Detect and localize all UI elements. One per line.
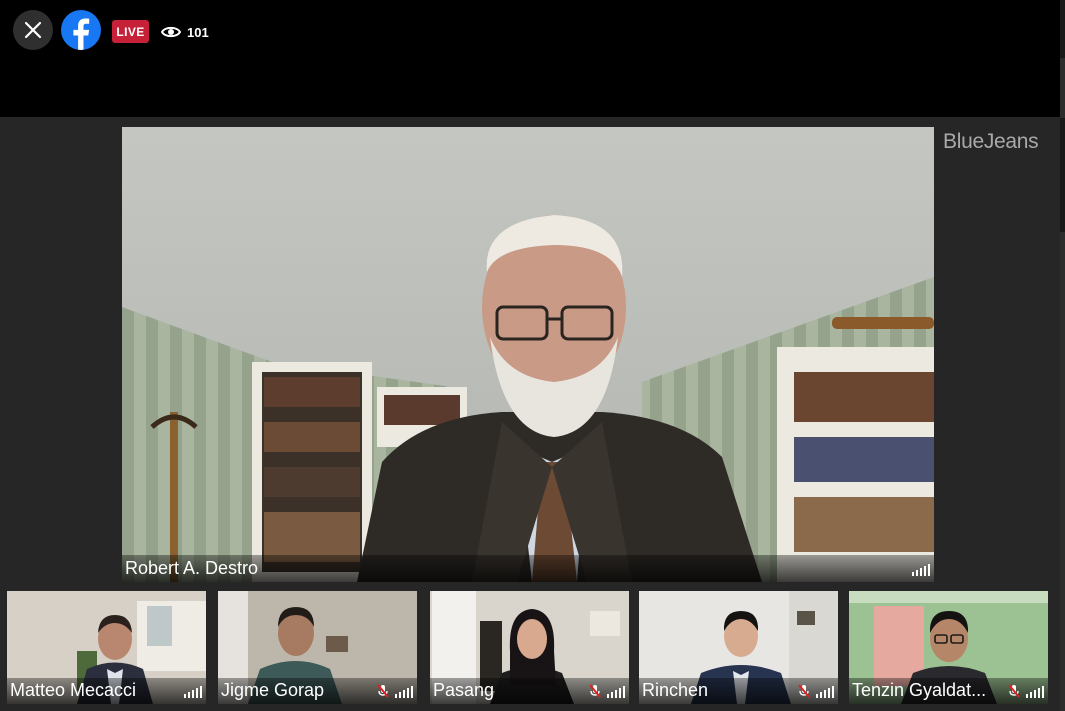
mic-muted-icon — [798, 684, 810, 698]
main-speaker-video[interactable]: Robert A. Destro — [122, 127, 934, 582]
speaker-name: Robert A. Destro — [125, 558, 259, 578]
participant-tile[interactable]: Pasang — [430, 591, 629, 704]
signal-bars-icon — [1026, 686, 1044, 698]
participant-tile[interactable]: Jigme Gorap — [218, 591, 417, 704]
participant-name: Matteo Mecacci — [10, 680, 137, 700]
signal-bars-icon — [912, 564, 930, 576]
signal-bars-icon — [607, 686, 625, 698]
mic-muted-icon — [1008, 684, 1020, 698]
close-icon — [24, 21, 42, 39]
viewer-count: 101 — [161, 22, 209, 42]
mic-muted-icon — [377, 684, 389, 698]
broadcast-header — [0, 0, 1060, 117]
participant-name: Tenzin Gyaldat... — [852, 680, 987, 700]
signal-bars-icon — [395, 686, 413, 698]
signal-bars-icon — [184, 686, 202, 698]
signal-bars-icon — [816, 686, 834, 698]
mic-muted-icon — [589, 684, 601, 698]
participant-tile[interactable]: Tenzin Gyaldat... — [849, 591, 1048, 704]
participant-name: Jigme Gorap — [221, 680, 325, 700]
window-edge — [1060, 0, 1065, 711]
speaker-video-frame — [122, 127, 934, 582]
participant-name: Rinchen — [642, 680, 709, 700]
facebook-logo-icon — [61, 10, 101, 50]
participant-tile[interactable]: Matteo Mecacci — [7, 591, 206, 704]
participant-name: Pasang — [433, 680, 495, 700]
eye-icon — [161, 26, 181, 38]
participant-tile[interactable]: Rinchen — [639, 591, 838, 704]
close-button[interactable] — [13, 10, 53, 50]
bluejeans-logo: BlueJeans — [943, 130, 1039, 153]
viewer-count-text: 101 — [187, 24, 209, 40]
live-badge: LIVE — [112, 20, 149, 43]
